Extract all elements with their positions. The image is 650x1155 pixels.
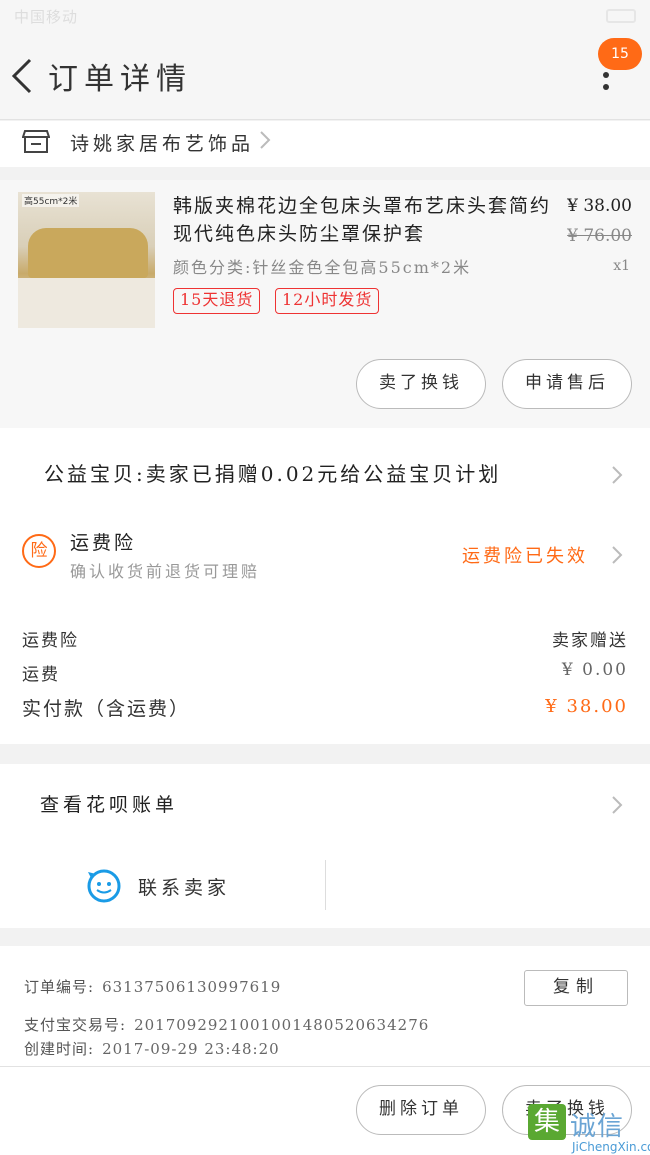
alipay-number-label: 支付宝交易号: <box>24 1016 127 1034</box>
page-title: 订单详情 <box>48 62 192 97</box>
insurance-icon: 险 <box>22 534 56 568</box>
alipay-number-row: 支付宝交易号: 2017092921001001480520634276 <box>24 1014 429 1035</box>
order-number-row: 订单编号: 63137506130997619 <box>24 976 281 997</box>
product-quantity: x1 <box>613 258 630 274</box>
shipping-label: 运费 <box>22 665 60 685</box>
product-name: 韩版夹棉花边全包床头罩布艺床头套简约现代纯色床头防尘罩保护套 <box>173 195 552 245</box>
watermark-logo: 集 诚信 JiChengXin.com <box>528 1104 650 1155</box>
watermark-url: JiChengXin.com <box>572 1140 650 1154</box>
alipay-number-value: 2017092921001001480520634276 <box>134 1016 430 1034</box>
product-price: ¥ 38.00 <box>567 196 632 216</box>
shop-name: 诗姚家居布艺饰品 <box>70 133 255 155</box>
headboard-shape <box>28 228 148 278</box>
image-size-label: 高55cm*2米 <box>22 194 80 207</box>
order-info-section: 订单编号: 63137506130997619 支付宝交易号: 2017092921… <box>0 946 650 1066</box>
created-time-label: 创建时间: <box>24 1040 95 1058</box>
insurance-status[interactable]: 运费险已失效 <box>462 542 588 568</box>
after-sale-button[interactable]: 申请售后 <box>502 359 632 409</box>
order-summary-section: 公益宝贝:卖家已捐赠0.02元给公益宝贝计划 险 运费险 确认收货前退货可理赔 … <box>0 428 650 744</box>
carrier-label: 中国移动 <box>14 7 79 26</box>
chevron-right-icon <box>612 796 623 814</box>
message-badge[interactable]: 15 <box>598 38 642 70</box>
product-image[interactable]: 高55cm*2米 <box>18 192 155 328</box>
sell-change-button[interactable]: 卖了换钱 <box>356 359 486 409</box>
order-number-label: 订单编号: <box>24 978 95 996</box>
watermark-text: 诚信 <box>570 1112 625 1142</box>
shipping-value: ¥ 0.00 <box>561 660 628 680</box>
tag-return: 15天退货 <box>173 288 261 314</box>
delete-order-button[interactable]: 删除订单 <box>356 1085 486 1135</box>
product-original-price: ¥ 76.00 <box>567 226 632 246</box>
chevron-right-icon <box>612 546 623 564</box>
contact-seller-button[interactable]: 联系卖家 <box>86 868 230 904</box>
battery-icon <box>606 9 636 23</box>
contact-seller-label: 联系卖家 <box>138 876 231 899</box>
insurance-subtitle: 确认收货前退货可理赔 <box>70 562 261 581</box>
more-dot-icon <box>603 84 609 90</box>
tag-shipping: 12小时发货 <box>275 288 380 314</box>
chevron-right-icon <box>612 466 623 484</box>
chat-face-icon <box>87 869 121 903</box>
paid-label: 实付款（含运费） <box>22 698 191 720</box>
insurance-cost-value: 卖家赠送 <box>552 631 628 651</box>
shop-row[interactable]: 诗姚家居布艺饰品 <box>0 121 650 167</box>
insurance-cost-label: 运费险 <box>22 631 79 651</box>
insurance-title: 运费险 <box>70 532 137 554</box>
more-dot-icon <box>603 72 609 78</box>
bed-shape <box>18 278 155 328</box>
created-time-value: 2017-09-29 23:48:20 <box>102 1040 280 1058</box>
created-time-row: 创建时间: 2017-09-29 23:48:20 <box>24 1038 280 1059</box>
order-number-value: 63137506130997619 <box>102 978 282 996</box>
nav-bar: 订单详情 <box>0 32 650 120</box>
product-sku: 颜色分类:针丝金色全包高55cm*2米 <box>173 258 472 277</box>
copy-button[interactable]: 复制 <box>524 970 628 1006</box>
store-icon <box>22 130 50 153</box>
chevron-right-icon <box>260 131 271 149</box>
more-menu-button[interactable] <box>596 72 616 96</box>
status-bar: 中国移动 <box>0 0 650 32</box>
charity-text[interactable]: 公益宝贝:卖家已捐赠0.02元给公益宝贝计划 <box>44 458 501 487</box>
divider <box>325 860 326 910</box>
paid-value: ¥ 38.00 <box>545 696 628 717</box>
order-item[interactable]: 高55cm*2米 韩版夹棉花边全包床头罩布艺床头套简约现代纯色床头防尘罩保护套 … <box>0 180 650 428</box>
back-arrow-icon[interactable] <box>8 54 38 98</box>
watermark-logo-box: 集 <box>528 1104 566 1140</box>
huabei-link[interactable]: 查看花呗账单 <box>40 790 178 817</box>
huabei-section: 查看花呗账单 联系卖家 <box>0 764 650 928</box>
